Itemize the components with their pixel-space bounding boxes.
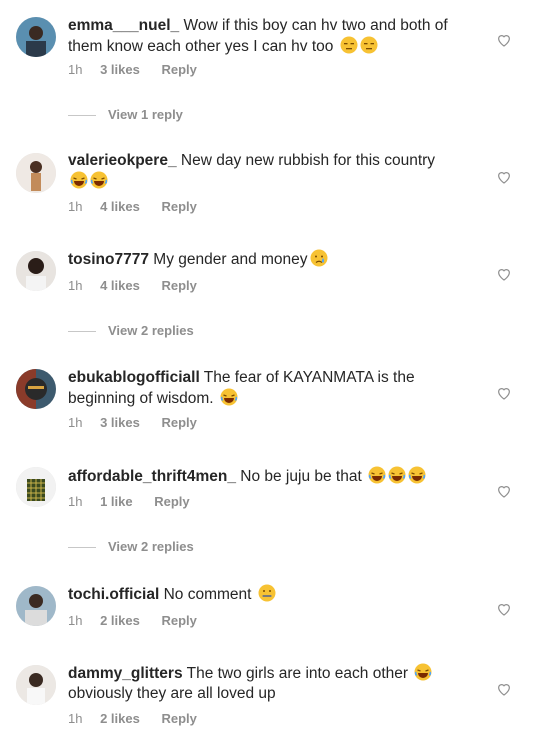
- comment-text: tochi.official No comment: [68, 584, 478, 605]
- comment-time: 1h: [68, 415, 83, 430]
- laughing-emoji-icon: [218, 388, 238, 407]
- comment-username[interactable]: tosino7777: [68, 251, 149, 268]
- reply-button[interactable]: Reply: [161, 415, 196, 430]
- heart-icon[interactable]: [496, 483, 512, 499]
- likes-count[interactable]: 4 likes: [100, 199, 140, 214]
- avatar[interactable]: [16, 467, 56, 507]
- laughing-emoji-icon: [366, 466, 386, 485]
- laughing-emoji-icon: [412, 663, 432, 682]
- comment-time: 1h: [68, 711, 83, 726]
- reply-button[interactable]: Reply: [154, 494, 189, 509]
- comment-time: 1h: [68, 494, 83, 509]
- comment-username[interactable]: affordable_thrift4men_: [68, 468, 236, 485]
- laughing-emoji-icon: [88, 171, 108, 190]
- heart-icon[interactable]: [496, 681, 512, 697]
- avatar[interactable]: [16, 251, 56, 291]
- heart-icon[interactable]: [496, 169, 512, 185]
- comment-text: affordable_thrift4men_ No be juju be tha…: [68, 466, 478, 487]
- comment-username[interactable]: ebukablogofficiall: [68, 369, 200, 386]
- heart-icon[interactable]: [496, 601, 512, 617]
- avatar[interactable]: [16, 17, 56, 57]
- view-replies-button[interactable]: View 2 replies: [68, 323, 194, 338]
- avatar[interactable]: [16, 665, 56, 705]
- comment-username[interactable]: valerieokpere_: [68, 152, 177, 169]
- comment-time: 1h: [68, 199, 83, 214]
- comment-meta: 1h 3 likes Reply: [68, 415, 211, 430]
- avatar[interactable]: [16, 153, 56, 193]
- comment-meta: 1h 1 like Reply: [68, 494, 204, 509]
- comment-meta: 1h 2 likes Reply: [68, 711, 211, 726]
- comment-username[interactable]: dammy_glitters: [68, 665, 183, 682]
- laughing-emoji-icon: [386, 466, 406, 485]
- avatar[interactable]: [16, 586, 56, 626]
- reply-button[interactable]: Reply: [161, 613, 196, 628]
- heart-icon[interactable]: [496, 32, 512, 48]
- zipper-mouth-emoji-icon: [256, 584, 276, 603]
- avatar[interactable]: [16, 369, 56, 409]
- expressionless-emoji-icon: [338, 36, 358, 55]
- comment-text: dammy_glitters The two girls are into ea…: [68, 663, 478, 704]
- laughing-emoji-icon: [406, 466, 426, 485]
- likes-count[interactable]: 1 like: [100, 494, 133, 509]
- comment-time: 1h: [68, 62, 83, 77]
- comment-time: 1h: [68, 278, 83, 293]
- reply-button[interactable]: Reply: [161, 62, 196, 77]
- laughing-emoji-icon: [68, 171, 88, 190]
- comment-username[interactable]: tochi.official: [68, 586, 159, 603]
- comment-text: tosino7777 My gender and money: [68, 249, 478, 270]
- view-replies-button[interactable]: View 2 replies: [68, 539, 194, 554]
- expressionless-emoji-icon: [358, 36, 378, 55]
- likes-count[interactable]: 2 likes: [100, 711, 140, 726]
- heart-icon[interactable]: [496, 385, 512, 401]
- divider: [68, 331, 96, 333]
- likes-count[interactable]: 3 likes: [100, 415, 140, 430]
- comment-time: 1h: [68, 613, 83, 628]
- reply-button[interactable]: Reply: [161, 711, 196, 726]
- reply-button[interactable]: Reply: [161, 199, 196, 214]
- crying-emoji-icon: [308, 249, 328, 268]
- likes-count[interactable]: 4 likes: [100, 278, 140, 293]
- view-replies-button[interactable]: View 1 reply: [68, 107, 183, 122]
- likes-count[interactable]: 2 likes: [100, 613, 140, 628]
- comment-meta: 1h 3 likes Reply: [68, 62, 211, 77]
- likes-count[interactable]: 3 likes: [100, 62, 140, 77]
- comment-text: ebukablogofficiall The fear of KAYANMATA…: [68, 369, 415, 407]
- divider: [68, 547, 96, 549]
- heart-icon[interactable]: [496, 266, 512, 282]
- comment-meta: 1h 2 likes Reply: [68, 613, 211, 628]
- comment-text: emma___nuel_ Wow if this boy can hv two …: [68, 17, 448, 55]
- comment-username[interactable]: emma___nuel_: [68, 17, 179, 34]
- comment-text: valerieokpere_ New day new rubbish for t…: [68, 151, 478, 192]
- reply-button[interactable]: Reply: [161, 278, 196, 293]
- comment-meta: 1h 4 likes Reply: [68, 199, 211, 214]
- divider: [68, 115, 96, 117]
- comment-meta: 1h 4 likes Reply: [68, 278, 211, 293]
